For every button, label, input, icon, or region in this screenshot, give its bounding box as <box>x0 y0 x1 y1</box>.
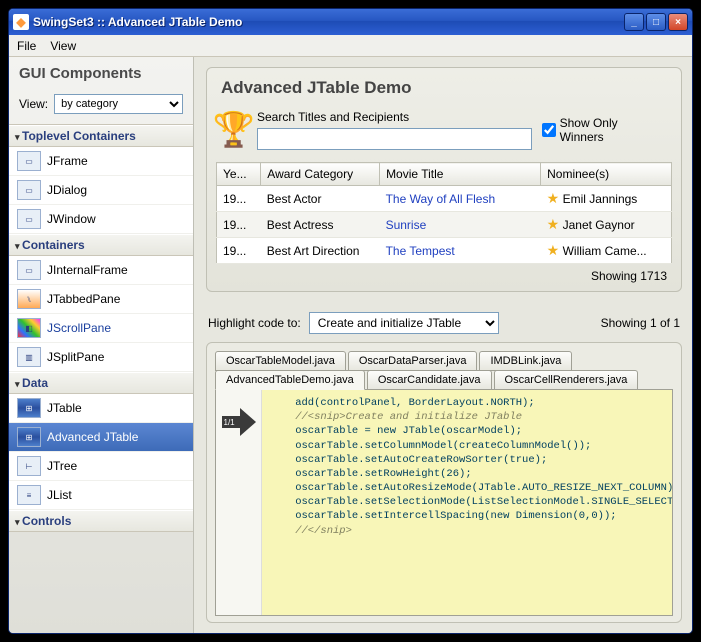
tab-imdblink[interactable]: IMDBLink.java <box>479 351 572 371</box>
frame-icon: ▭ <box>17 260 41 280</box>
tab-oscarcandidate[interactable]: OscarCandidate.java <box>367 370 492 390</box>
sidebar-item-advanced-jtable[interactable]: ⊞Advanced JTable <box>9 423 193 452</box>
menubar: File View <box>9 35 692 57</box>
showing-code-count: Showing 1 of 1 <box>601 316 680 330</box>
col-category[interactable]: Award Category <box>261 163 380 186</box>
component-tree: Toplevel Containers ▭JFrame ▭JDialog ▭JW… <box>9 124 193 633</box>
tabs-bottom-row: AdvancedTableDemo.java OscarCandidate.ja… <box>215 370 673 390</box>
code-panel: OscarTableModel.java OscarDataParser.jav… <box>206 342 682 623</box>
sidebar-item-jwindow[interactable]: ▭JWindow <box>9 205 193 234</box>
star-icon: ★ <box>547 216 563 233</box>
scroll-icon: ◧ <box>17 318 41 338</box>
tab-oscarcellrenderers[interactable]: OscarCellRenderers.java <box>494 370 639 390</box>
tabs-top-row: OscarTableModel.java OscarDataParser.jav… <box>215 351 673 371</box>
oscars-table[interactable]: Ye... Award Category Movie Title Nominee… <box>216 162 672 264</box>
col-year[interactable]: Ye... <box>217 163 261 186</box>
table-row[interactable]: 19... Best Art Direction The Tempest ★Wi… <box>217 238 672 264</box>
sidebar-item-jtree[interactable]: ⊢JTree <box>9 452 193 481</box>
star-icon: ★ <box>547 242 563 259</box>
highlight-select[interactable]: Create and initialize JTable <box>309 312 499 334</box>
list-icon: ≡ <box>17 485 41 505</box>
table-row[interactable]: 19... Best Actress Sunrise ★Janet Gaynor <box>217 212 672 238</box>
window-icon: ▭ <box>17 151 41 171</box>
code-lines[interactable]: add(controlPanel, BorderLayout.NORTH); /… <box>262 390 672 615</box>
sidebar-item-jinternalframe[interactable]: ▭JInternalFrame <box>9 256 193 285</box>
tree-icon: ⊢ <box>17 456 41 476</box>
table-icon: ⊞ <box>17 398 41 418</box>
tab-oscardataparser[interactable]: OscarDataParser.java <box>348 351 478 371</box>
window-icon: ▭ <box>17 180 41 200</box>
show-winners-checkbox[interactable]: Show Only Winners <box>542 116 663 144</box>
titlebar[interactable]: ◆ SwingSet3 :: Advanced JTable Demo _ □ … <box>9 9 692 35</box>
sidebar-item-jscrollpane[interactable]: ◧JScrollPane <box>9 314 193 343</box>
split-icon: ▥ <box>17 347 41 367</box>
close-button[interactable]: × <box>668 13 688 31</box>
showing-count: Showing 1713 <box>207 264 681 283</box>
app-icon: ◆ <box>13 14 29 30</box>
app-window: ◆ SwingSet3 :: Advanced JTable Demo _ □ … <box>8 8 693 634</box>
sidebar-item-jlist[interactable]: ≡JList <box>9 481 193 510</box>
menu-view[interactable]: View <box>50 39 76 53</box>
tab-oscartablemodel[interactable]: OscarTableModel.java <box>215 351 346 371</box>
code-area[interactable]: 1/1 add(controlPanel, BorderLayout.NORTH… <box>215 389 673 616</box>
col-nominee[interactable]: Nominee(s) <box>541 163 672 186</box>
view-select[interactable]: by category <box>54 94 183 114</box>
sidebar-title: GUI Components <box>9 57 193 88</box>
category-controls[interactable]: Controls <box>9 510 193 532</box>
window-icon: ▭ <box>17 209 41 229</box>
arrow-icon: 1/1 <box>222 408 256 436</box>
sidebar: GUI Components View: by category Topleve… <box>9 57 194 633</box>
oscar-icon: 🏆 <box>221 106 247 154</box>
category-toplevel[interactable]: Toplevel Containers <box>9 125 193 147</box>
table-icon: ⊞ <box>17 427 41 447</box>
table-row[interactable]: 19... Best Actor The Way of All Flesh ★E… <box>217 186 672 212</box>
category-containers[interactable]: Containers <box>9 234 193 256</box>
sidebar-item-jdialog[interactable]: ▭JDialog <box>9 176 193 205</box>
search-label: Search Titles and Recipients <box>257 110 532 124</box>
code-gutter: 1/1 <box>216 390 262 615</box>
maximize-button[interactable]: □ <box>646 13 666 31</box>
minimize-button[interactable]: _ <box>624 13 644 31</box>
star-icon: ★ <box>547 190 563 207</box>
sidebar-item-jtabbedpane[interactable]: ⑊JTabbedPane <box>9 285 193 314</box>
sidebar-item-jframe[interactable]: ▭JFrame <box>9 147 193 176</box>
highlight-row: Highlight code to: Create and initialize… <box>206 302 682 342</box>
category-data[interactable]: Data <box>9 372 193 394</box>
sidebar-item-jtable[interactable]: ⊞JTable <box>9 394 193 423</box>
demo-title: Advanced JTable Demo <box>207 68 681 106</box>
view-label: View: <box>19 97 48 111</box>
search-input[interactable] <box>257 128 532 150</box>
main-content: Advanced JTable Demo 🏆 Search Titles and… <box>194 57 692 633</box>
menu-file[interactable]: File <box>17 39 36 53</box>
demo-panel: Advanced JTable Demo 🏆 Search Titles and… <box>206 67 682 292</box>
sidebar-item-jsplitpane[interactable]: ▥JSplitPane <box>9 343 193 372</box>
col-movie[interactable]: Movie Title <box>380 163 541 186</box>
tabs-icon: ⑊ <box>17 289 41 309</box>
window-title: SwingSet3 :: Advanced JTable Demo <box>33 15 624 29</box>
horizontal-scrollbar[interactable] <box>216 615 672 616</box>
show-winners-input[interactable] <box>542 123 556 137</box>
tab-advancedtabledemo[interactable]: AdvancedTableDemo.java <box>215 370 365 390</box>
highlight-label: Highlight code to: <box>208 316 301 330</box>
